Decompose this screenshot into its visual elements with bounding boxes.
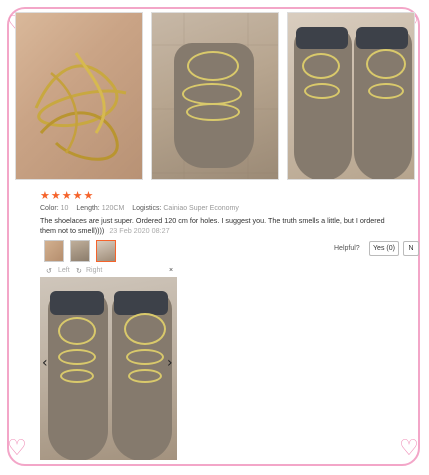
review-meta: Color: 10 Length: 120CM Logistics: Caini…: [40, 205, 420, 212]
boot-cuff: [296, 27, 348, 49]
boot-cuff: [356, 27, 408, 49]
length-label: Length:: [76, 205, 100, 212]
viewer-toolbar: ↺ Left ↻ Right ×: [40, 265, 177, 277]
rotate-right-label[interactable]: Right: [86, 267, 102, 274]
thumbnail-laces[interactable]: [44, 240, 64, 262]
review-photo-laces[interactable]: [15, 12, 143, 180]
helpful-yes-button[interactable]: Yes (0): [369, 241, 399, 256]
review-photo-boot-side[interactable]: [151, 12, 279, 180]
review-text: The shoelaces are just super. Ordered 12…: [40, 216, 385, 235]
rating-stars: ★★★★★: [40, 189, 95, 202]
lace-loop: [368, 83, 404, 99]
lace-loop: [124, 313, 166, 345]
color-value: 10: [60, 205, 69, 212]
lace-loop: [186, 103, 240, 121]
logistics-value: Cainiao Super Economy: [163, 205, 239, 212]
lace-loop: [304, 83, 340, 99]
color-label: Color:: [40, 205, 59, 212]
boot-cuff: [50, 291, 104, 315]
close-icon[interactable]: ×: [169, 267, 173, 274]
length-value: 120CM: [101, 205, 125, 212]
lace-loop: [366, 49, 406, 79]
boot-left: [294, 27, 352, 179]
review-date: 23 Feb 2020 08:27: [109, 225, 170, 235]
helpful-no-button[interactable]: N: [403, 241, 419, 256]
lace-loop: [187, 51, 239, 81]
review-photo-boots-pair[interactable]: [287, 12, 415, 180]
prev-arrow-icon[interactable]: ‹: [42, 355, 48, 371]
review-text-block: The shoelaces are just super. Ordered 12…: [40, 216, 385, 235]
image-viewer[interactable]: [40, 277, 177, 460]
boot-cuff: [114, 291, 168, 315]
heart-icon: ♡: [7, 436, 27, 461]
review-block: ★★★★★ Color: 10 Length: 120CM Logistics:…: [40, 190, 420, 235]
lace-loop: [182, 83, 242, 105]
heart-icon: ♡: [399, 436, 419, 461]
thumbnail-boot-side[interactable]: [70, 240, 90, 262]
shoelaces-illustration: [34, 52, 127, 161]
lace-loop: [126, 349, 164, 365]
lace-loop: [302, 53, 340, 79]
rotate-left-icon[interactable]: ↺: [46, 267, 52, 275]
helpful-label: Helpful?: [334, 245, 360, 252]
logistics-label: Logistics:: [132, 205, 162, 212]
lace-loop: [58, 349, 96, 365]
thumbnail-boots-pair[interactable]: [96, 240, 116, 262]
rotate-right-icon[interactable]: ↻: [76, 267, 82, 275]
lace-loop: [128, 369, 162, 383]
rotate-left-label[interactable]: Left: [58, 267, 70, 274]
lace-loop: [58, 317, 96, 345]
lace-loop: [60, 369, 94, 383]
next-arrow-icon[interactable]: ›: [167, 355, 173, 371]
